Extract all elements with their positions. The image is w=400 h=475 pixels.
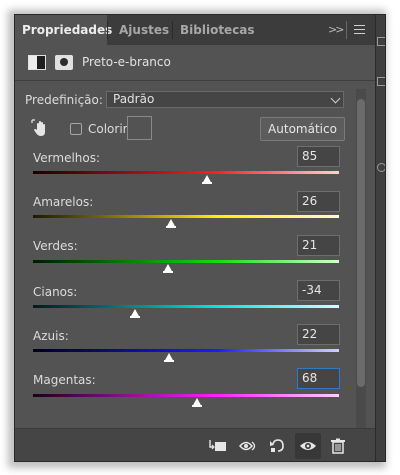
trash-icon[interactable] — [329, 438, 347, 454]
auto-button[interactable]: Automático — [260, 117, 345, 141]
bottom-toolbar — [15, 428, 375, 461]
panel-dock-icon[interactable] — [377, 163, 385, 172]
magentas-slider-thumb[interactable] — [192, 398, 203, 407]
colorize-label: Colorir — [88, 122, 128, 136]
vertical-scrollbar[interactable] — [356, 89, 366, 449]
panel-dock-icon[interactable] — [377, 77, 385, 86]
preset-dropdown[interactable]: Padrão — [106, 91, 344, 108]
yellows-slider-thumb[interactable] — [166, 219, 177, 228]
slider-label: Magentas: — [33, 373, 96, 387]
slider-label: Cianos: — [33, 285, 78, 299]
greens-slider-thumb[interactable] — [163, 264, 174, 273]
slider-label: Azuis: — [33, 329, 69, 343]
colorize-checkbox[interactable] — [70, 123, 82, 135]
preset-label: Predefinição: — [25, 93, 103, 107]
reds-value-input[interactable]: 85 — [297, 146, 340, 167]
reds-slider-track[interactable] — [33, 171, 339, 174]
view-previous-state-icon[interactable] — [238, 438, 258, 454]
panel-dock-icon[interactable] — [377, 37, 385, 46]
magentas-value-input[interactable]: 68 — [297, 368, 340, 389]
properties-panel: Propriedades Ajustes Bibliotecas >> Pret… — [14, 14, 386, 462]
reset-icon[interactable] — [268, 438, 286, 454]
slider-label: Verdes: — [33, 239, 78, 253]
cyans-value-input[interactable]: -34 — [297, 280, 340, 301]
slider-label: Amarelos: — [33, 195, 94, 209]
cyans-slider-track[interactable] — [33, 305, 339, 308]
blues-slider-track[interactable] — [33, 349, 339, 352]
tint-color-swatch[interactable] — [127, 116, 152, 140]
side-panel-strip — [375, 15, 385, 461]
adjustment-title: Preto-e-branco — [82, 55, 171, 69]
yellows-value-input[interactable]: 26 — [297, 191, 340, 212]
targeted-adjustment-hand-icon[interactable] — [31, 119, 51, 139]
blues-value-input[interactable]: 22 — [297, 324, 340, 345]
slider-label: Vermelhos: — [33, 151, 101, 165]
black-white-adjustment-icon[interactable] — [28, 55, 46, 70]
tab-bar: Propriedades Ajustes Bibliotecas >> — [15, 15, 375, 45]
hamburger-menu-icon[interactable] — [354, 25, 365, 34]
greens-value-input[interactable]: 21 — [297, 235, 340, 256]
visibility-eye-icon[interactable] — [299, 438, 317, 454]
yellows-slider-track[interactable] — [33, 215, 339, 218]
preset-value: Padrão — [113, 92, 155, 106]
greens-slider-track[interactable] — [33, 260, 339, 263]
scrollbar-thumb[interactable] — [357, 99, 365, 387]
reds-slider-thumb[interactable] — [202, 175, 213, 184]
tab-properties[interactable]: Propriedades — [15, 15, 112, 45]
layer-mask-icon[interactable] — [55, 55, 73, 70]
chevron-down-icon — [330, 93, 341, 104]
tab-libraries[interactable]: Bibliotecas — [173, 15, 262, 45]
magentas-slider-track[interactable] — [33, 394, 339, 397]
tab-adjustments[interactable]: Ajustes — [112, 15, 176, 45]
adjustment-header: Preto-e-branco — [15, 45, 375, 81]
double-chevron-right-icon[interactable]: >> — [328, 23, 345, 36]
blues-slider-thumb[interactable] — [163, 353, 174, 362]
clip-to-layer-icon[interactable] — [209, 438, 227, 454]
cyans-slider-thumb[interactable] — [129, 309, 140, 318]
